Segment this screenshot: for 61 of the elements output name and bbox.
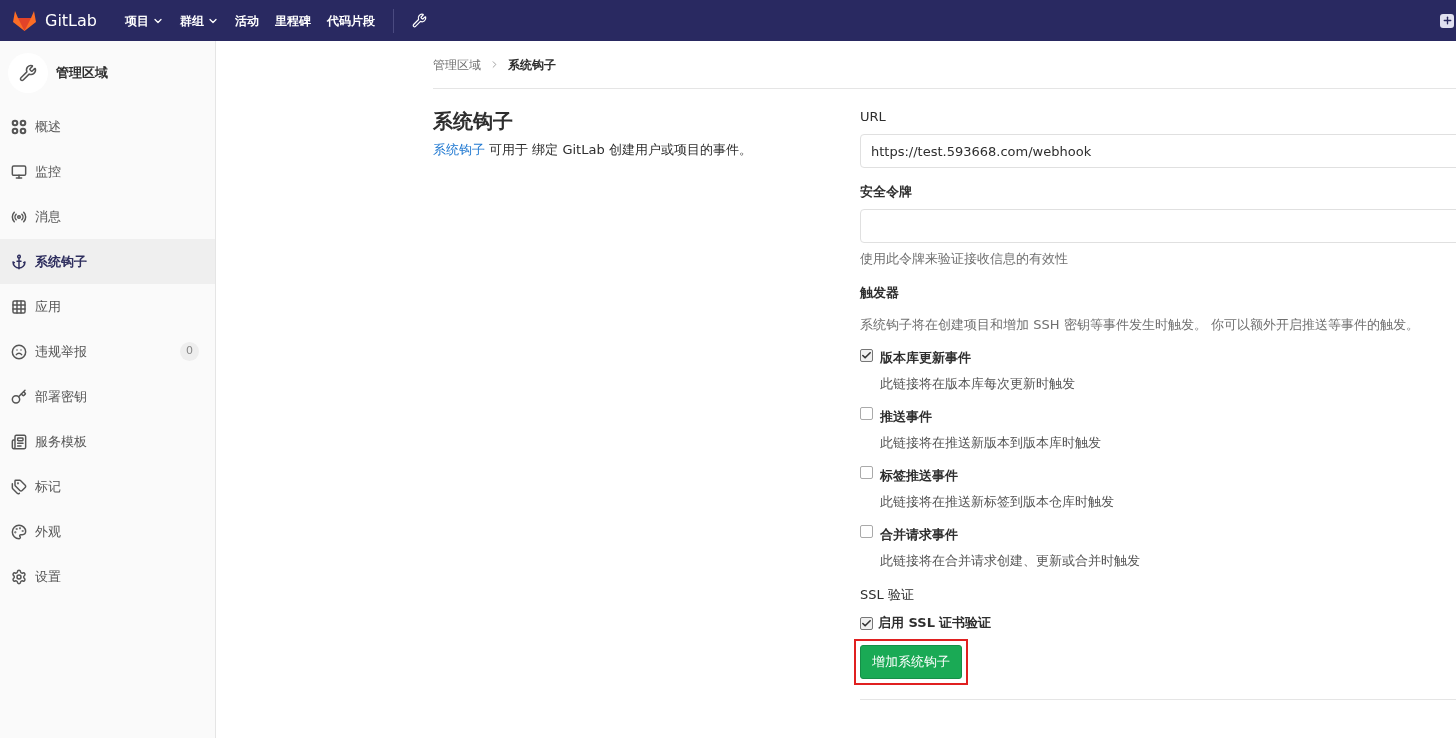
apps-grid-icon (11, 298, 27, 315)
field-label: 安全令牌 (860, 183, 913, 201)
sidebar-item[interactable]: 应用 (0, 284, 215, 329)
new-item-button[interactable] (1440, 13, 1454, 28)
sidebar-title: 管理区域 (56, 64, 108, 83)
field-label: URL (860, 108, 887, 126)
checkbox[interactable] (860, 616, 873, 630)
settings-icon (11, 568, 27, 585)
help-text: 此链接将在版本库每次更新时触发 (879, 375, 1076, 393)
nav-menu-item[interactable]: 代码片段 (319, 6, 383, 35)
wrench-icon (412, 13, 427, 28)
help-text: 此链接将在推送新版本到版本库时触发 (879, 434, 1102, 452)
checkbox-label[interactable]: 启用 SSL 证书验证 (878, 613, 992, 633)
checkbox[interactable] (860, 407, 873, 420)
sidebar-item[interactable]: 外观 (0, 509, 215, 554)
sidebar-item[interactable]: 标记 (0, 464, 215, 509)
checkbox[interactable] (860, 466, 873, 479)
sidebar-item[interactable]: 概述 (0, 104, 215, 149)
sidebar-item[interactable]: 设置 (0, 554, 215, 599)
nav-menu-item[interactable]: 活动 (227, 6, 267, 35)
breadcrumb-item[interactable]: 管理区域 (433, 55, 481, 74)
key-icon (11, 388, 27, 405)
sidebar-item[interactable]: 服务模板 (0, 419, 215, 464)
checkbox-label[interactable]: 标签推送事件 (880, 466, 958, 486)
grid-icon (11, 118, 27, 135)
field-label: 触发器 (860, 284, 900, 302)
monitor-icon (11, 163, 27, 180)
nav-menu-item[interactable]: 群组 (172, 6, 227, 35)
sidebar-item[interactable]: 监控 (0, 149, 215, 194)
checkbox[interactable] (860, 349, 873, 362)
fox-logo-icon (12, 9, 37, 32)
help-text: 此链接将在推送新标签到版本仓库时触发 (879, 493, 1115, 511)
tags-icon (11, 478, 27, 495)
palette-icon (11, 523, 27, 540)
help-text: 此链接将在合并请求创建、更新或合并时触发 (879, 552, 1141, 570)
breadcrumb-item: 系统钩子 (508, 56, 556, 74)
intro-link[interactable]: 系统钩子 (433, 142, 485, 157)
checkbox-label[interactable]: 版本库更新事件 (880, 348, 971, 368)
nav-menu-item[interactable]: 项目 (117, 6, 172, 35)
checkbox[interactable] (860, 525, 873, 538)
help-text: 使用此令牌来验证接收信息的有效性 (860, 250, 1069, 268)
document-icon (11, 433, 27, 450)
sidebar-item[interactable]: 系统钩子 (0, 239, 215, 284)
url-input-field[interactable]: https://test.593668.com/webhook (860, 134, 1456, 168)
frown-icon (11, 343, 27, 360)
count-badge: 0 (180, 342, 199, 361)
wrench-icon (19, 64, 37, 82)
nav-menu-item[interactable]: 里程碑 (267, 6, 319, 35)
sidebar-item[interactable]: 部署密钥 (0, 374, 215, 419)
checkbox-label[interactable]: 推送事件 (880, 407, 932, 427)
checkbox-label[interactable]: 合并请求事件 (880, 525, 958, 545)
plus-icon (1441, 15, 1453, 26)
sidebar-item[interactable]: 消息 (0, 194, 215, 239)
sidebar-item[interactable]: 违规举报 0 (0, 329, 215, 374)
help-text: 系统钩子将在创建项目和增加 SSH 密钥等事件发生时触发。 你可以额外开启推送等事件的触发。 (860, 316, 1420, 334)
intro-text: 系统钩子 可用于 绑定 GitLab 创建用户或项目的事件。 (433, 141, 753, 159)
anchor-icon (11, 253, 27, 270)
field-label: SSL 验证 (860, 586, 915, 604)
page-title: 系统钩子 (433, 108, 514, 135)
brand-name[interactable]: GitLab (45, 8, 97, 33)
token-input-field[interactable] (860, 209, 1456, 243)
